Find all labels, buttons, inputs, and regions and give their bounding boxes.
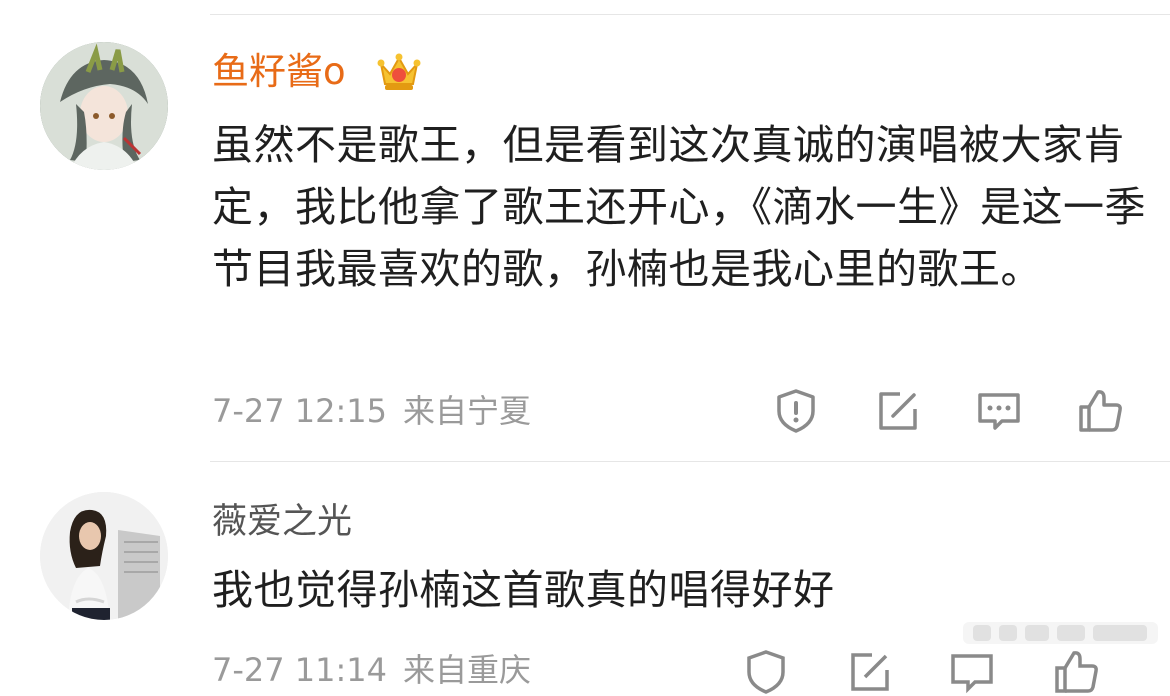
comment-icon[interactable] (948, 648, 996, 696)
comment-meta: 7-27 11:14 来自重庆 (212, 650, 531, 690)
location: 来自重庆 (403, 651, 532, 689)
report-icon[interactable] (742, 648, 790, 696)
avatar[interactable] (40, 492, 168, 620)
timestamp: 7-27 11:14 (212, 651, 388, 689)
comment-meta: 7-27 12:15 来自宁夏 (212, 391, 531, 431)
top-divider (210, 14, 1170, 15)
report-icon[interactable] (772, 387, 820, 435)
comment-icon[interactable] (975, 387, 1023, 435)
comment-text: 虽然不是歌王，但是看到这次真诚的演唱被大家肯定，我比他拿了歌王还开心，《滴水一生… (212, 121, 1146, 293)
repost-icon[interactable] (874, 387, 922, 435)
watermark-logo (963, 616, 1158, 650)
comment-divider (210, 461, 1170, 462)
comment-text: 我也觉得孙楠这首歌真的唱得好好 (212, 566, 835, 614)
like-icon[interactable] (1076, 387, 1124, 435)
avatar[interactable] (40, 42, 168, 170)
username[interactable]: 鱼籽酱o (212, 50, 346, 94)
timestamp: 7-27 12:15 (212, 392, 388, 430)
repost-icon[interactable] (846, 648, 894, 696)
crown-vip-icon[interactable] (376, 48, 422, 94)
location: 来自宁夏 (403, 392, 532, 430)
username[interactable]: 薇爱之光 (212, 500, 352, 544)
like-icon[interactable] (1052, 648, 1100, 696)
